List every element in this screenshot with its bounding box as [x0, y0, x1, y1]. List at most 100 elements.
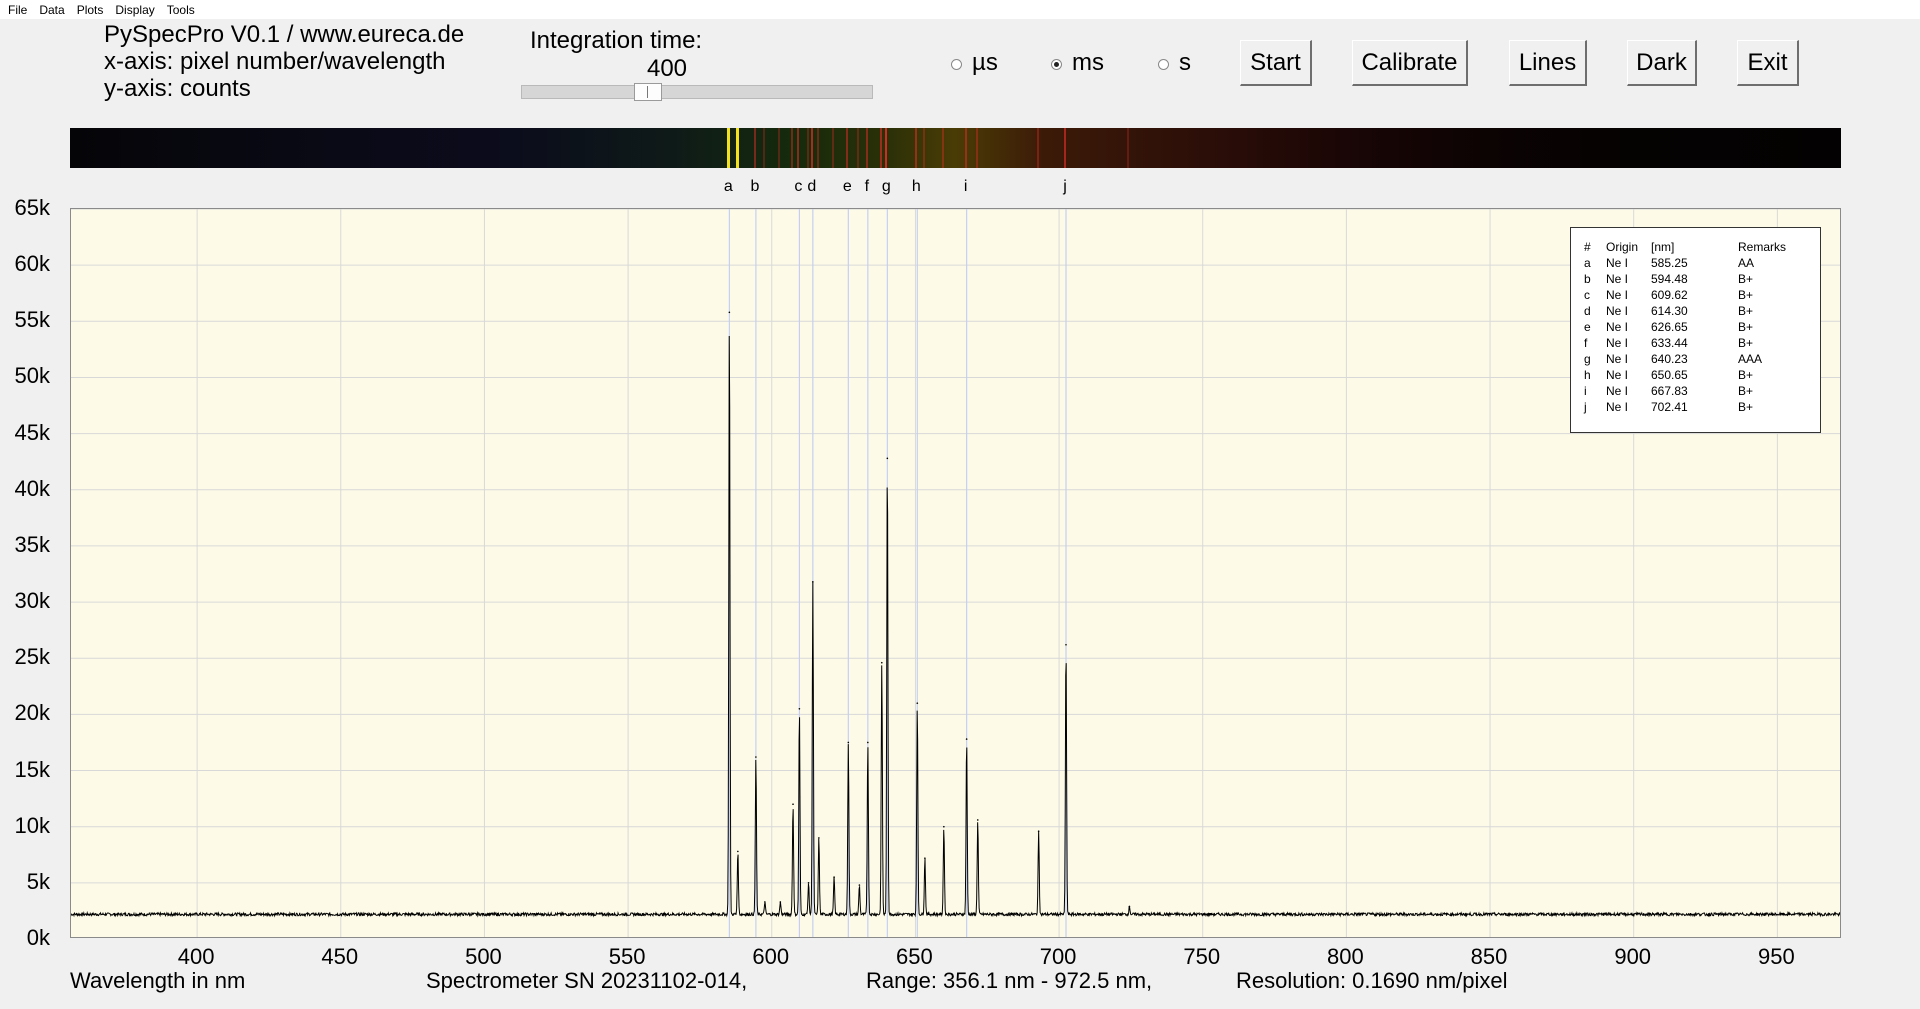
legend-remark: B+ — [1738, 304, 1754, 318]
spectrum-emission-line — [915, 128, 918, 168]
legend-row: b Ne I 594.48 B+ — [1571, 272, 1820, 288]
peak-point — [916, 702, 919, 704]
peak-point — [867, 741, 869, 744]
legend-row: i Ne I 667.83 B+ — [1571, 384, 1820, 400]
legend-header-nm: [nm] — [1651, 240, 1675, 254]
x-tick-label: 900 — [1614, 944, 1652, 969]
legend-row: g Ne I 640.23 AAA — [1571, 352, 1820, 368]
y-tick-label: 35k — [14, 531, 50, 557]
x-tick-label: 600 — [752, 944, 790, 969]
spectrum-emission-line — [879, 128, 882, 168]
y-tick-label: 5k — [26, 868, 50, 894]
x-axis-info: x-axis: pixel number/wavelength — [104, 48, 446, 75]
x-axis-label: Wavelength in nm — [70, 968, 246, 993]
peak-point — [798, 707, 801, 710]
exit-button[interactable]: Exit — [1737, 40, 1799, 86]
x-tick-label: 750 — [1183, 944, 1221, 969]
app-title: PySpecPro V0.1 / www.eureca.de — [104, 21, 465, 48]
legend-id: a — [1584, 256, 1591, 270]
unit-radio-us[interactable]: µs — [951, 49, 998, 77]
legend-wavelength: 633.44 — [1651, 336, 1688, 350]
y-tick-label: 50k — [14, 363, 50, 389]
spectrum-emission-line — [975, 128, 978, 168]
y-tick-label: 55k — [14, 307, 50, 333]
unit-label-us: µs — [972, 49, 998, 76]
menu-tools[interactable]: Tools — [161, 3, 201, 17]
menu-display[interactable]: Display — [109, 3, 160, 17]
y-tick-label: 60k — [14, 251, 50, 277]
peak-point — [755, 756, 757, 758]
peak-point — [924, 857, 926, 859]
menu-plots[interactable]: Plots — [71, 3, 110, 17]
spectrum-emission-line — [806, 128, 809, 168]
spectrum-emission-line — [922, 128, 925, 168]
peak-point — [792, 803, 794, 806]
calibrate-button[interactable]: Calibrate — [1352, 40, 1468, 86]
legend-wavelength: 614.30 — [1651, 304, 1688, 318]
peak-point — [1128, 905, 1131, 908]
legend-id: h — [1584, 368, 1591, 382]
spectrum-emission-line — [832, 128, 835, 168]
legend-remark: AAA — [1738, 352, 1763, 366]
peak-point — [858, 884, 861, 886]
integration-slider-thumb[interactable] — [634, 83, 663, 101]
dark-button[interactable]: Dark — [1627, 40, 1697, 86]
peak-point — [1037, 830, 1040, 832]
legend-id: d — [1584, 304, 1591, 318]
legend-origin: Ne I — [1606, 368, 1629, 382]
x-tick-label: 500 — [465, 944, 502, 969]
spectrum-emission-line — [816, 128, 819, 168]
legend-id: c — [1584, 288, 1590, 302]
legend-id: f — [1584, 336, 1588, 350]
peak-point — [728, 311, 731, 314]
x-tick-label: 850 — [1470, 944, 1508, 969]
range-info: Range: 356.1 nm - 972.5 nm, — [866, 968, 1153, 993]
menu-data[interactable]: Data — [33, 3, 70, 17]
legend-wavelength: 585.25 — [1651, 256, 1688, 270]
legend-header: # Origin [nm] Remarks — [1571, 240, 1820, 256]
legend-id: i — [1584, 384, 1587, 398]
integration-slider-track[interactable] — [521, 85, 873, 99]
spectrum-emission-line — [753, 128, 756, 168]
peak-point — [833, 876, 835, 879]
spectrum-emission-line — [797, 128, 800, 168]
spectrometer-serial: Spectrometer SN 20231102-014, — [426, 968, 748, 993]
legend-wavelength: 640.23 — [1651, 352, 1688, 366]
legend-remark: B+ — [1738, 288, 1754, 302]
peak-point — [886, 457, 889, 460]
spectrum-emission-line — [885, 128, 888, 168]
peak-point — [847, 741, 850, 744]
spectrum-emission-line — [727, 128, 731, 168]
legend-remark: B+ — [1738, 336, 1754, 350]
radio-dot-checked-icon — [1051, 58, 1062, 70]
legend-wavelength: 594.48 — [1651, 272, 1688, 286]
legend-row: e Ne I 626.65 B+ — [1571, 320, 1820, 336]
spectrum-emission-line — [778, 128, 781, 168]
legend-remark: B+ — [1738, 272, 1754, 286]
marker-label-i: i — [963, 178, 968, 195]
spectrum-emission-line — [865, 128, 868, 168]
marker-label-h: h — [911, 178, 921, 195]
legend-header-remarks: Remarks — [1738, 240, 1787, 254]
radio-dot-icon — [1158, 58, 1169, 70]
spectrum-emission-line — [846, 128, 849, 168]
unit-radio-s[interactable]: s — [1158, 49, 1191, 77]
legend-remark: B+ — [1738, 400, 1754, 414]
peak-point — [880, 661, 883, 664]
legend-origin: Ne I — [1606, 400, 1629, 414]
marker-label-g: g — [881, 178, 891, 195]
menu-file[interactable]: File — [0, 3, 33, 17]
legend-row: d Ne I 614.30 B+ — [1571, 304, 1820, 320]
integration-time-value: 400 — [646, 55, 688, 82]
marker-label-a: a — [723, 178, 733, 195]
menu-bar: File Data Plots Display Tools — [0, 0, 1920, 19]
unit-radio-ms[interactable]: ms — [1051, 49, 1104, 77]
legend-origin: Ne I — [1606, 352, 1629, 366]
legend-remark: B+ — [1738, 384, 1754, 398]
spectrum-emission-line — [964, 128, 967, 168]
resolution-info: Resolution: 0.1690 nm/pixel — [1236, 968, 1508, 993]
y-tick-label: 65k — [14, 195, 50, 220]
peak-point — [807, 882, 810, 884]
lines-button[interactable]: Lines — [1509, 40, 1587, 86]
start-button[interactable]: Start — [1240, 40, 1312, 86]
